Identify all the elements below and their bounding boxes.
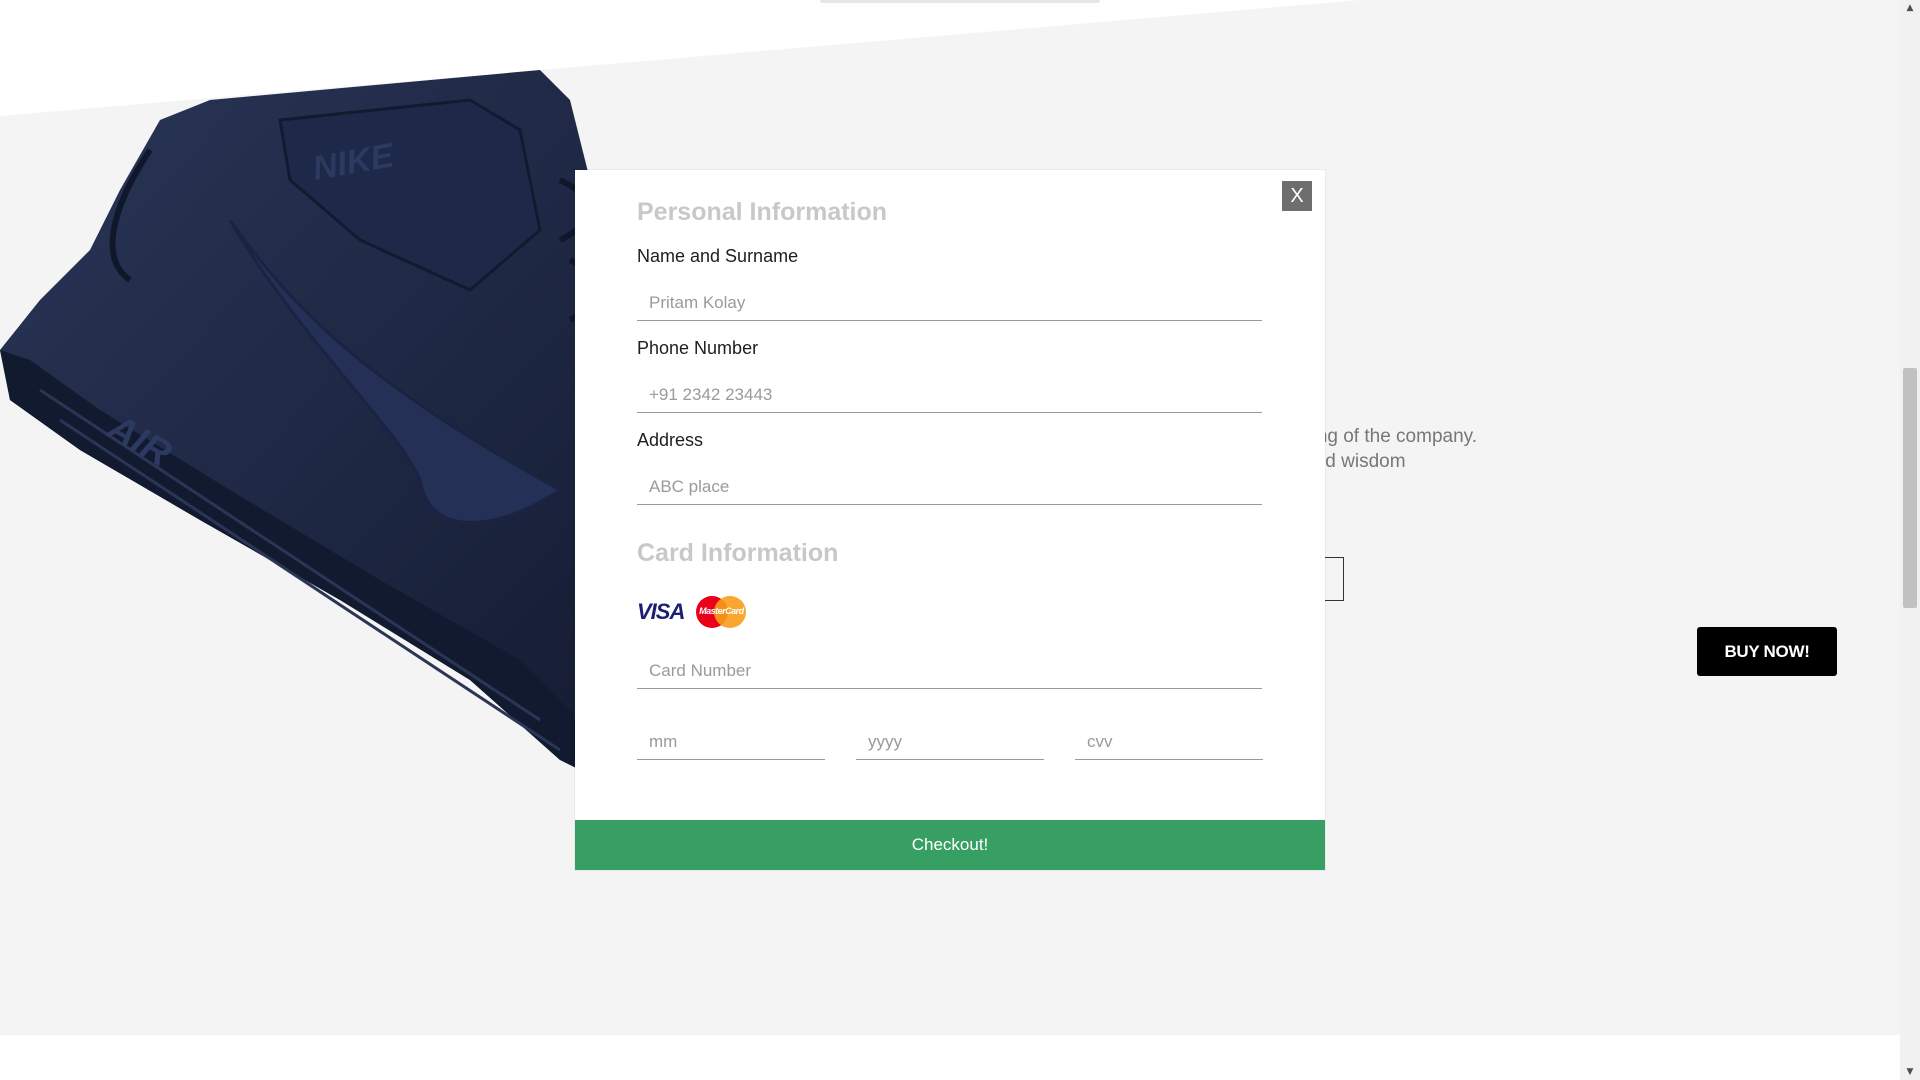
phone-label: Phone Number <box>637 338 759 358</box>
vertical-scrollbar[interactable]: ▲ ▼ <box>1900 0 1920 1080</box>
top-nav-tab <box>820 0 1100 3</box>
checkout-modal: X Personal Information Name and Surname … <box>575 170 1325 870</box>
address-label: Address <box>637 430 704 450</box>
phone-input[interactable] <box>637 377 1262 413</box>
close-button[interactable]: X <box>1282 181 1312 211</box>
expiry-year-input[interactable] <box>856 724 1044 760</box>
expiry-month-input[interactable] <box>637 724 825 760</box>
cvv-input[interactable] <box>1075 724 1263 760</box>
name-input[interactable] <box>637 285 1262 321</box>
card-number-input[interactable] <box>637 653 1262 689</box>
address-input[interactable] <box>637 469 1262 505</box>
buy-now-button[interactable]: BUY NOW! <box>1697 627 1837 676</box>
checkout-button[interactable]: Checkout! <box>575 820 1325 870</box>
mastercard-logo-icon: MasterCard <box>696 596 747 628</box>
card-info-title: Card Information <box>637 539 839 567</box>
triangle-down-icon[interactable]: ▼ <box>1900 1064 1920 1080</box>
visa-logo-icon: VISA <box>637 599 685 624</box>
card-logos: VISA MasterCard <box>637 596 747 628</box>
scrollbar-thumb[interactable] <box>1903 368 1917 608</box>
name-label: Name and Surname <box>637 246 799 266</box>
triangle-up-icon[interactable]: ▲ <box>1900 0 1920 16</box>
personal-info-title: Personal Information <box>637 198 888 226</box>
mastercard-logo-text: MasterCard <box>699 606 744 616</box>
